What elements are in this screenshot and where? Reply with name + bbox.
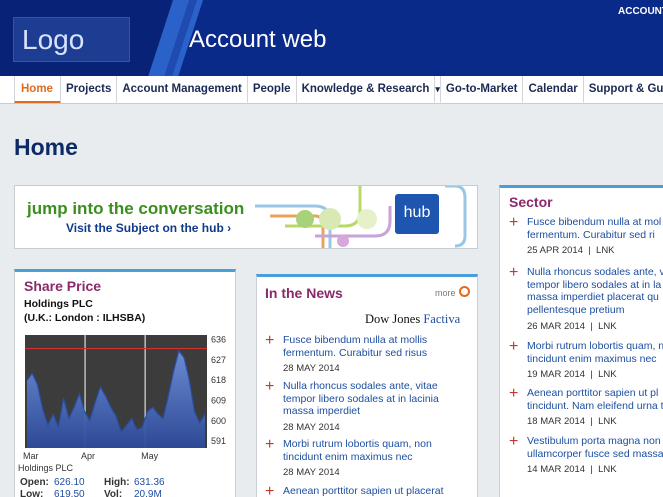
logo[interactable]: Logo [13,17,130,62]
sector-item-source: LNK [598,416,617,427]
high-value: 631.36 [134,477,165,488]
vol-value: 20.9M [134,489,162,497]
plus-icon: + [265,332,275,349]
news-item-date: 28 MAY 2014 [283,467,340,478]
news-item-text[interactable]: Aenean porttitor sapien ut placerat [283,485,463,497]
company-name: Holdings PLC [24,298,93,310]
source-factiva: Factiva [423,312,461,326]
main-nav: Home Projects Account Management People … [0,76,663,104]
sector-item-date: 19 MAR 2014 [527,369,586,380]
high-label: High: [104,477,130,488]
plus-icon: + [265,483,275,497]
sector-item-meta: 19 MAR 2014 | LNK [527,369,617,380]
account-link[interactable]: ACCOUNT [618,6,663,17]
plus-icon: + [509,385,519,402]
sector-item-date: 26 MAR 2014 [527,321,586,332]
chart-y-tick-label: 600 [211,416,226,426]
nav-calendar[interactable]: Calendar [523,76,584,103]
chart-x-tick-label: May [141,451,159,461]
sector-item-date: 14 MAR 2014 [527,464,586,475]
hub-badge-icon[interactable]: hub [395,194,439,234]
sector-item-text[interactable]: Morbi rutrum lobortis quam, n tincidunt … [527,340,663,365]
low-value: 619.50 [54,489,85,497]
news-item-text[interactable]: Fusce bibendum nulla at mollis fermentum… [283,334,463,359]
chart-x-tick-label: Mar [23,451,39,461]
sector-item-date: 25 APR 2014 [527,245,583,256]
banner-headline: jump into the conversation [27,199,245,218]
plus-icon: + [509,433,519,450]
share-price-title: Share Price [24,278,102,294]
sector-item-meta: 26 MAR 2014 | LNK [527,321,617,332]
nav-support[interactable]: Support & Gu [584,76,663,103]
sector-item-meta: 14 MAR 2014 | LNK [527,464,617,475]
nav-projects[interactable]: Projects [61,76,118,103]
sector-item-meta: 25 APR 2014 | LNK [527,245,615,256]
nav-knowledge-research[interactable]: Knowledge & Research [297,76,436,103]
sector-item-source: LNK [598,321,617,332]
news-item-date: 28 MAY 2014 [283,422,340,433]
share-price-chart[interactable]: 591 600 609 618 627 636 Mar Apr May Holdings PLC [15,327,235,477]
nav-home[interactable]: Home [14,76,61,103]
source-dow-jones: Dow Jones [365,312,421,326]
app-title: Account web [189,26,327,53]
chart-y-tick-label: 591 [211,436,226,446]
news-source-logo: Dow Jones Factiva [365,312,460,327]
open-label: Open: [20,477,49,488]
vol-label: Vol: [104,489,123,497]
low-label: Low: [20,489,44,497]
sector-item-text[interactable]: Aenean porttitor sapien ut pl tincidunt.… [527,387,663,412]
chart-y-tick-label: 618 [211,375,226,385]
sector-item-source: LNK [596,245,615,256]
app-header: Logo Account web ACCOUNT [0,0,663,76]
sector-widget: Sector + Fusce bibendum nulla at mol fer… [499,185,663,497]
share-price-stats: Open: 626.10 High: 631.36 Low: 619.50 Vo… [20,477,165,497]
news-more-link[interactable]: more [435,288,456,298]
hub-banner[interactable]: jump into the conversation Visit the Sub… [14,185,478,249]
chart-y-tick-label: 636 [211,335,226,345]
share-price-widget: Share Price Holdings PLC (U.K.: London :… [14,269,236,497]
news-title: In the News [265,285,343,301]
sector-item-text[interactable]: Nulla rhoncus sodales ante, v tempor lib… [527,266,663,316]
news-item-text[interactable]: Nulla rhoncus sodales ante, vitae tempor… [283,380,463,418]
search-icon[interactable] [459,286,470,297]
sector-item-source: LNK [598,369,617,380]
nav-people[interactable]: People [248,76,297,103]
plus-icon: + [509,214,519,231]
sector-item-date: 18 MAR 2014 [527,416,586,427]
chart-x-tick-label: Apr [81,451,95,461]
exchange-info: (U.K.: London : ILHSBA) [24,312,146,324]
sector-item-text[interactable]: Fusce bibendum nulla at mol fermentum. C… [527,216,663,241]
chart-legend: Holdings PLC [18,463,74,473]
sector-title: Sector [509,194,553,210]
banner-link[interactable]: Visit the Subject on the hub › [66,221,231,235]
news-widget: In the News more Dow Jones Factiva + Fus… [256,274,478,497]
nav-account-management[interactable]: Account Management [117,76,248,103]
news-item-text[interactable]: Morbi rutrum lobortis quam, non tincidun… [283,438,463,463]
chart-y-tick-label: 627 [211,355,226,365]
plus-icon: + [509,264,519,281]
chart-y-tick-label: 609 [211,396,226,406]
sector-item-text[interactable]: Vestibulum porta magna non ullamcorper f… [527,435,663,460]
open-value: 626.10 [54,477,85,488]
page-title: Home [14,134,78,160]
sector-item-source: LNK [598,464,617,475]
sector-item-meta: 18 MAR 2014 | LNK [527,416,617,427]
news-item-date: 28 MAY 2014 [283,363,340,374]
plus-icon: + [265,436,275,453]
nav-go-to-market[interactable]: Go-to-Market [441,76,524,103]
plus-icon: + [265,378,275,395]
plus-icon: + [509,338,519,355]
